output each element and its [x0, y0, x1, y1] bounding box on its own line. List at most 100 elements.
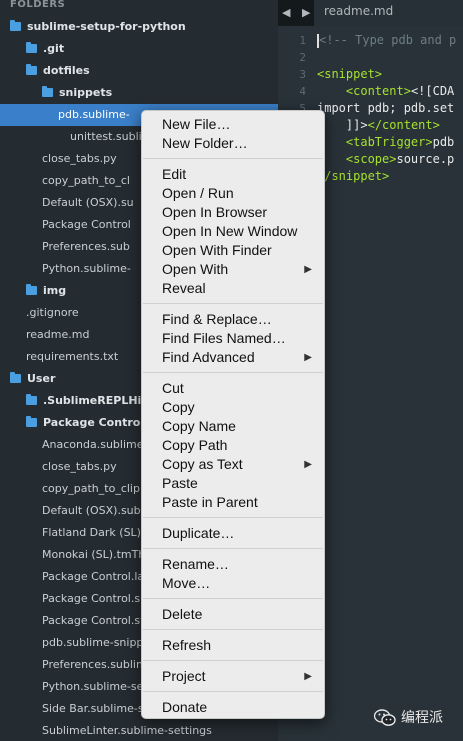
menu-item-label: Open With [162, 261, 229, 277]
code-tag: <content> [345, 84, 411, 98]
wechat-icon [374, 709, 396, 726]
folder-icon [26, 283, 37, 295]
menu-item-new-folder[interactable]: New Folder… [142, 134, 324, 153]
menu-item-find-replace[interactable]: Find & Replace… [142, 310, 324, 329]
submenu-arrow-icon: ▶ [304, 264, 312, 275]
menu-separator [143, 303, 323, 304]
code-tag: <snippet> [317, 67, 383, 81]
sidebar-folder[interactable]: dotfiles [0, 60, 278, 82]
sidebar-item-label: Package Control.c [43, 416, 155, 429]
code-line: <content><![CDA [317, 83, 454, 100]
code-text: source.p [396, 152, 455, 166]
tab-nav-arrows[interactable]: ◀ ▶ [282, 6, 314, 19]
submenu-arrow-icon: ▶ [304, 459, 312, 470]
menu-item-delete[interactable]: Delete [142, 605, 324, 624]
menu-item-label: Open / Run [162, 185, 234, 201]
sidebar-item-label: unittest.subli [70, 130, 142, 143]
code-comment: <!-- Type pdb and p [319, 33, 457, 47]
menu-item-copy-as-text[interactable]: Copy as Text ▶ [142, 455, 324, 474]
menu-separator [143, 372, 323, 373]
menu-item-label: Copy as Text [162, 456, 243, 472]
line-number: 4 [299, 85, 306, 98]
sidebar-item-label: Default (OSX).subli [42, 504, 147, 517]
menu-item-paste-in-parent[interactable]: Paste in Parent [142, 493, 324, 512]
menu-separator [143, 517, 323, 518]
code-tag: <tabTrigger> [345, 135, 433, 149]
sidebar-file[interactable]: SublimeLinter.sublime-settings [0, 720, 278, 741]
sidebar-item-label: pdb.sublime-snipp [42, 636, 144, 649]
menu-item-label: Find Advanced [162, 349, 255, 365]
menu-item-label: Rename… [162, 556, 229, 572]
sidebar-item-label: Preferences.sublim [42, 658, 147, 671]
sidebar-item-label: sublime-setup-for-python [27, 20, 186, 33]
line-number: 3 [299, 68, 306, 81]
sidebar-item-label: close_tabs.py [42, 152, 117, 165]
menu-item-label: Refresh [162, 637, 212, 653]
menu-item-rename[interactable]: Rename… [142, 555, 324, 574]
menu-item-label: Copy Name [162, 418, 236, 434]
menu-item-copy-name[interactable]: Copy Name [142, 417, 324, 436]
code-line: <snippet> [317, 66, 382, 83]
sidebar-item-label: User [27, 372, 56, 385]
sidebar-item-label: close_tabs.py [42, 460, 117, 473]
menu-item-refresh[interactable]: Refresh [142, 636, 324, 655]
sidebar-folder[interactable]: snippets [0, 82, 278, 104]
sidebar-item-label: Monokai (SL).tmTh [42, 548, 146, 561]
sidebar-item-label: Flatland Dark (SL).t [42, 526, 149, 539]
menu-item-open-in-browser[interactable]: Open In Browser [142, 203, 324, 222]
menu-item-move[interactable]: Move… [142, 574, 324, 593]
menu-item-label: Donate [162, 699, 208, 715]
menu-item-label: New File… [162, 116, 231, 132]
menu-item-label: Delete [162, 606, 203, 622]
menu-item-duplicate[interactable]: Duplicate… [142, 524, 324, 543]
tab-title[interactable]: readme.md [324, 4, 393, 18]
folder-icon [42, 85, 53, 97]
menu-item-copy[interactable]: Copy [142, 398, 324, 417]
code-tag: <scope> [345, 152, 397, 166]
menu-item-open-run[interactable]: Open / Run [142, 184, 324, 203]
line-number: 2 [299, 51, 306, 64]
sidebar-item-label: img [43, 284, 67, 297]
menu-item-new-file[interactable]: New File… [142, 115, 324, 134]
sidebar-folder[interactable]: .git [0, 38, 278, 60]
menu-item-label: Open With Finder [162, 242, 272, 258]
menu-item-label: Open In Browser [162, 204, 268, 220]
menu-item-edit[interactable]: Edit [142, 165, 324, 184]
sidebar-folder[interactable]: sublime-setup-for-python [0, 16, 278, 38]
code-text: ]]> [345, 118, 368, 132]
menu-item-open-with[interactable]: Open With ▶ [142, 260, 324, 279]
menu-item-reveal[interactable]: Reveal [142, 279, 324, 298]
menu-separator [143, 548, 323, 549]
sidebar-item-label: Python.sublime-se [42, 680, 144, 693]
menu-item-find-advanced[interactable]: Find Advanced ▶ [142, 348, 324, 367]
menu-item-label: Find Files Named… [162, 330, 286, 346]
menu-item-copy-path[interactable]: Copy Path [142, 436, 324, 455]
menu-item-open-with-finder[interactable]: Open With Finder [142, 241, 324, 260]
menu-item-open-in-new-window[interactable]: Open In New Window [142, 222, 324, 241]
code-text: import pdb; pdb.set [317, 101, 455, 115]
menu-item-project[interactable]: Project ▶ [142, 667, 324, 686]
menu-item-label: Cut [162, 380, 184, 396]
menu-item-label: Duplicate… [162, 525, 235, 541]
menu-item-donate[interactable]: Donate [142, 698, 324, 717]
sidebar-item-label: Preferences.sub [42, 240, 130, 253]
menu-item-cut[interactable]: Cut [142, 379, 324, 398]
menu-item-label: New Folder… [162, 135, 248, 151]
sidebar-item-label: Anaconda.sublime [42, 438, 144, 451]
menu-item-label: Copy Path [162, 437, 228, 453]
code-tag: </snippet> [317, 169, 390, 183]
folder-icon [26, 393, 37, 405]
sidebar-item-label: Python.sublime- [42, 262, 131, 275]
menu-item-label: Open In New Window [162, 223, 298, 239]
menu-separator [143, 691, 323, 692]
line-number: 1 [299, 34, 306, 47]
sidebar-item-label: .SublimeREPLHist [43, 394, 154, 407]
folders-header: FOLDERS [10, 0, 66, 10]
submenu-arrow-icon: ▶ [304, 352, 312, 363]
menu-item-find-files-named[interactable]: Find Files Named… [142, 329, 324, 348]
menu-separator [143, 598, 323, 599]
menu-item-paste[interactable]: Paste [142, 474, 324, 493]
sidebar-item-label: copy_path_to_clipb [42, 482, 147, 495]
sidebar-item-label: Package Control.su [42, 592, 148, 605]
